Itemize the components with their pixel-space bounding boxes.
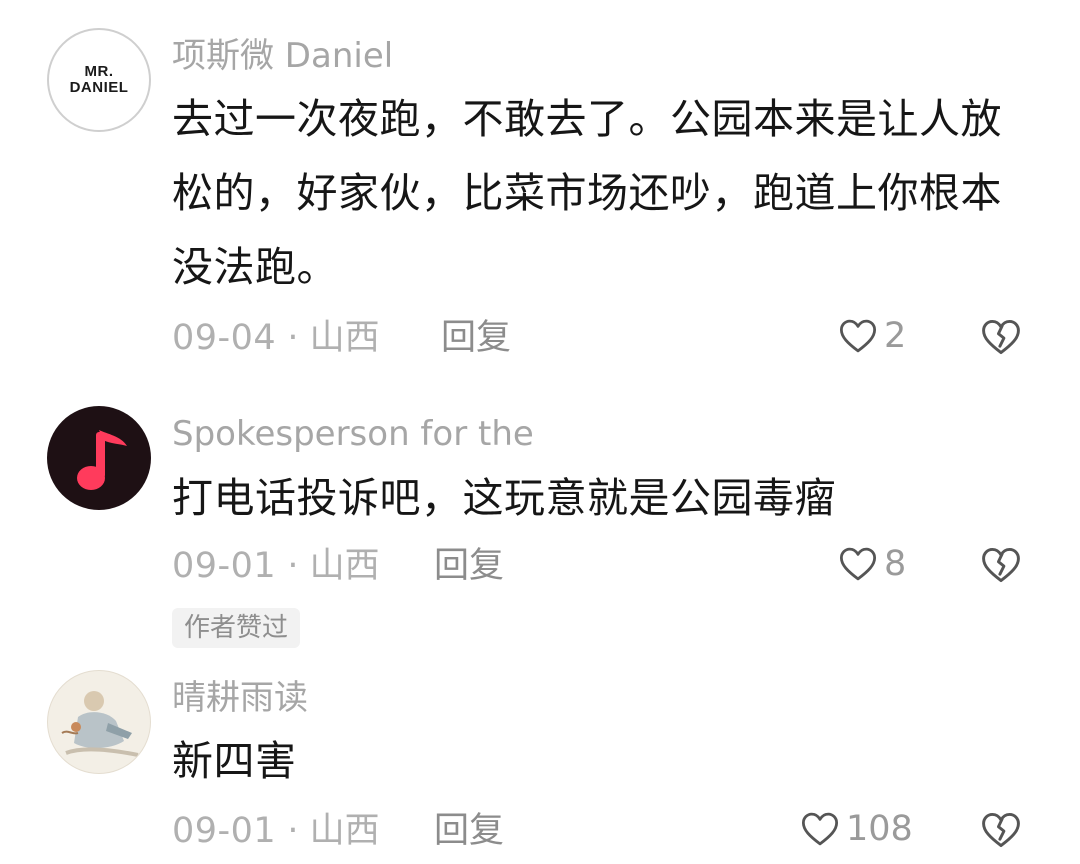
comment-date: 09-01 (172, 811, 277, 851)
comment-meta: 09-04 · 山西 (172, 318, 380, 358)
comment-text-line: 松的，好家伙，比菜市场还吵，跑道上你根本 (172, 169, 1002, 217)
comment-text-line: 去过一次夜跑，不敢去了。公园本来是让人放 (172, 95, 1002, 143)
avatar-text-line: MR. (84, 63, 114, 80)
music-note-icon (77, 430, 127, 490)
avatar[interactable]: MR. DANIEL (47, 28, 151, 132)
avatar[interactable] (47, 670, 151, 774)
meta-separator: · (287, 318, 310, 358)
comment-username[interactable]: 晴耕雨读 (172, 678, 308, 718)
meta-separator: · (287, 811, 310, 851)
dislike-button[interactable] (978, 543, 1024, 591)
reply-button[interactable]: 回复 (441, 318, 511, 358)
comment-text-line: 新四害 (172, 737, 297, 785)
comment-location: 山西 (309, 546, 380, 586)
like-button[interactable]: 2 (836, 315, 906, 357)
like-count: 108 (846, 809, 913, 849)
heart-outline-icon (839, 319, 877, 353)
comment-location: 山西 (309, 318, 380, 358)
ink-painting-figure-icon (61, 691, 139, 757)
comment-text-line: 没法跑。 (172, 243, 338, 291)
author-liked-badge: 作者赞过 (172, 608, 301, 648)
comment-text: 去过一次夜跑，不敢去了。公园本来是让人放 松的，好家伙，比菜市场还吵，跑道上你根… (172, 82, 1032, 304)
avatar-text-line: DANIEL (69, 79, 129, 96)
comment-text: 打电话投诉吧，这玩意就是公园毒瘤 (172, 461, 1032, 535)
like-count: 8 (884, 544, 907, 584)
comment-meta: 09-01 · 山西 (172, 811, 380, 851)
comment-date: 09-01 (172, 546, 277, 586)
heart-outline-icon (839, 547, 877, 581)
comment-text: 新四害 (172, 724, 1032, 798)
avatar[interactable] (47, 406, 151, 510)
broken-heart-icon (982, 812, 1020, 848)
dislike-button[interactable] (978, 315, 1024, 363)
comment-location: 山西 (309, 811, 380, 851)
reply-button[interactable]: 回复 (434, 546, 504, 586)
comment-text-line: 打电话投诉吧，这玩意就是公园毒瘤 (172, 474, 836, 522)
heart-outline-icon (801, 812, 839, 846)
like-count: 2 (884, 316, 907, 356)
meta-separator: · (287, 546, 310, 586)
reply-button[interactable]: 回复 (434, 811, 504, 851)
dislike-button[interactable] (978, 808, 1024, 856)
comment-username[interactable]: 项斯微 Daniel (172, 36, 393, 76)
broken-heart-icon (982, 319, 1020, 355)
comment-date: 09-04 (172, 318, 277, 358)
comment-meta: 09-01 · 山西 (172, 546, 380, 586)
broken-heart-icon (982, 547, 1020, 583)
like-button[interactable]: 108 (798, 808, 913, 850)
comment-username[interactable]: Spokesperson for the (172, 414, 534, 454)
like-button[interactable]: 8 (836, 543, 906, 585)
